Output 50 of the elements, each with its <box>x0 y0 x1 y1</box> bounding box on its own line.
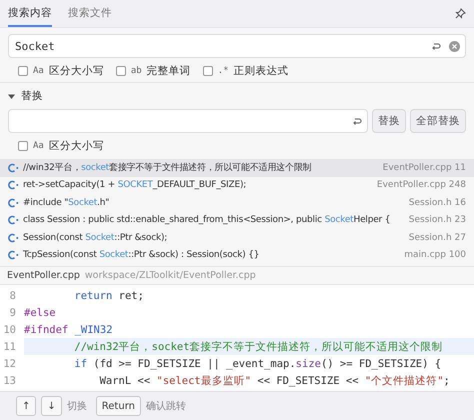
code-line: return ret; <box>73 288 145 304</box>
result-icon <box>7 198 19 208</box>
key-hint: Return <box>96 396 141 416</box>
code-line: WarnL << "select最多监听" << FD_SETSIZE << "个文件描述符"; <box>98 374 451 388</box>
code-line: #else <box>24 306 57 320</box>
key-hint: ↓ <box>41 396 62 416</box>
search-result[interactable]: Session(const Socket::Ptr &sock); Session.h 27 <box>0 229 474 246</box>
replace-field[interactable] <box>8 109 368 133</box>
expand-caret-icon[interactable] <box>8 92 15 100</box>
option-checkbox[interactable]: Aa 区分大小写 <box>18 64 104 78</box>
search-field[interactable]: Socket <box>8 34 466 58</box>
option-icon: ab <box>130 66 142 76</box>
hint-label: 确认跳转 <box>146 400 186 413</box>
search-result[interactable]: //win32平台，socket套接字不等于文件描述符，所以可能不适用这个限制 EventPoller.cpp 11 <box>0 159 474 176</box>
replace-button[interactable]: 替换 <box>372 109 406 133</box>
line-number: 10 <box>2 324 17 336</box>
hint-label: 切换 <box>66 400 87 413</box>
search-result[interactable]: ret->setCapacity(1 + SOCKET_DEFAULT_BUF_SIZE); EventPoller.cpp 248 <box>0 176 474 194</box>
replace-button[interactable]: 全部替换 <box>410 109 466 133</box>
option-icon: .* <box>218 66 229 76</box>
section-title: 替换 <box>21 89 43 103</box>
result-icon <box>7 250 19 260</box>
enter-icon <box>352 116 362 126</box>
line-number: 13 <box>2 374 17 386</box>
clear-icon[interactable] <box>449 40 460 52</box>
result-icon <box>7 180 19 190</box>
file-path: workspace/ZLToolkit/EventPoller.cpp <box>84 270 256 281</box>
search-result[interactable]: TcpSession(const Socket::Ptr &sock) : Session(sock) {} main.cpp 100 <box>0 246 474 264</box>
option-checkbox[interactable]: ab 完整单词 <box>116 64 191 78</box>
line-number: 9 <box>8 306 17 318</box>
file-name: EventPoller.cpp <box>7 270 80 281</box>
line-number: 12 <box>2 358 17 370</box>
key-hint: ↑ <box>16 396 36 416</box>
result-icon <box>7 232 19 243</box>
tab[interactable]: 搜索内容 <box>8 0 52 27</box>
option-checkbox[interactable]: .* 正则表达式 <box>202 64 289 78</box>
option-checkbox[interactable]: Aa 区分大小写 <box>18 139 104 153</box>
option-icon: Aa <box>33 66 44 76</box>
code-line: if (fd >= FD_SETSIZE || _event_map.size() >= FD_SETSIZE) { <box>73 356 442 372</box>
search-result[interactable]: class Session : public std::enable_shared_from_this<Session>, public SocketHelper { Session.h 23 <box>0 212 474 229</box>
pin-icon[interactable] <box>455 8 466 19</box>
tab[interactable]: 搜索文件 <box>68 0 112 27</box>
code-line: #ifndef _WIN32 <box>24 322 114 338</box>
option-icon: Aa <box>33 141 44 151</box>
result-icon <box>7 162 19 173</box>
search-result[interactable]: #include "Socket.h" Session.h 16 <box>0 194 474 212</box>
result-icon <box>7 215 19 226</box>
line-number: 11 <box>2 340 17 352</box>
enter-icon <box>431 42 441 50</box>
line-number: 8 <box>8 290 17 302</box>
